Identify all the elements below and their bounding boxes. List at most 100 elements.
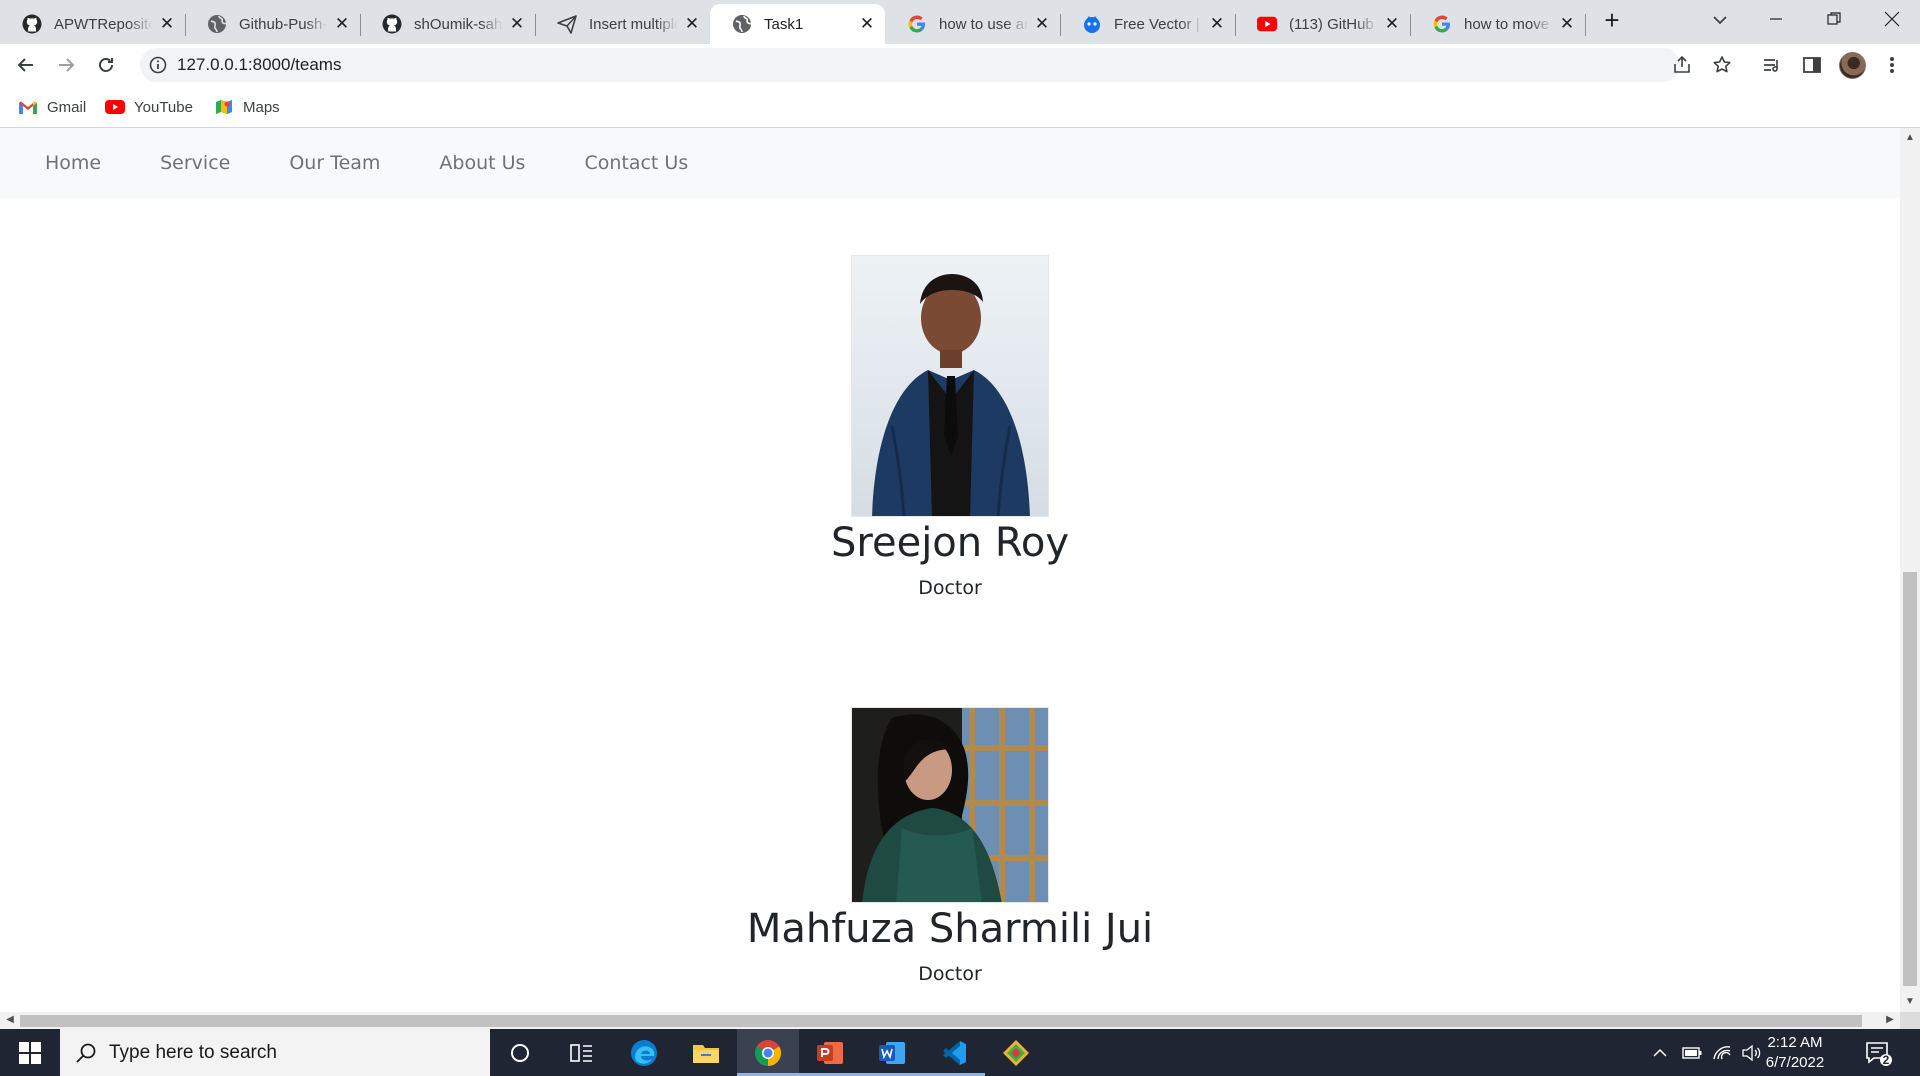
youtube-icon [105, 99, 125, 115]
youtube-icon [1257, 14, 1277, 34]
bookmark-youtube[interactable]: YouTube [105, 96, 193, 118]
nav-service-link[interactable]: Service [160, 152, 230, 174]
close-tab-icon[interactable]: ✕ [684, 15, 700, 32]
bookmark-gmail[interactable]: Gmail [18, 96, 86, 118]
member-name: Mahfuza Sharmili Jui [746, 906, 1154, 952]
page-viewport: Home Service Our Team About Us Contact U… [0, 128, 1900, 1012]
member-photo [851, 255, 1049, 517]
forward-icon[interactable] [50, 49, 82, 81]
show-hidden-icons-chevron[interactable] [1648, 1029, 1672, 1076]
minimize-icon[interactable] [1748, 0, 1804, 38]
close-tab-icon[interactable]: ✕ [509, 15, 525, 32]
scrollbar-corner [1900, 1012, 1920, 1029]
member-photo [851, 707, 1049, 903]
bookmark-star-icon[interactable] [1710, 53, 1734, 77]
close-window-icon[interactable] [1864, 0, 1920, 38]
bookmark-maps[interactable]: Maps [214, 96, 280, 118]
globe-icon [207, 14, 227, 34]
restore-icon[interactable] [1806, 0, 1862, 38]
vertical-scrollbar[interactable]: ▲ ▼ [1900, 128, 1920, 1012]
tab-apwt-repository[interactable]: APWTRepository ✕ [0, 4, 186, 44]
scroll-right-arrow-icon[interactable]: ▶ [1884, 1014, 1896, 1026]
windows-taskbar: Type here to search 2:12 AM 6/7/2022 2 [0, 1029, 1920, 1076]
close-tab-icon[interactable]: ✕ [1384, 15, 1400, 32]
file-explorer-icon[interactable] [675, 1029, 737, 1076]
search-placeholder: Type here to search [109, 1041, 277, 1063]
tab-how-to-move[interactable]: how to move ✕ [1410, 4, 1586, 44]
side-panel-icon[interactable] [1800, 53, 1824, 77]
profile-avatar[interactable] [1839, 52, 1866, 79]
tab-free-vector[interactable]: Free Vector | F ✕ [1060, 4, 1236, 44]
address-text[interactable]: 127.0.0.1:8000/teams [177, 55, 341, 75]
scrollbar-thumb[interactable] [20, 1015, 1862, 1027]
scroll-up-arrow-icon[interactable]: ▲ [1904, 132, 1916, 144]
taskbar-search-box[interactable]: Type here to search [60, 1029, 490, 1076]
close-tab-icon[interactable]: ✕ [334, 15, 350, 32]
share-icon[interactable] [1670, 53, 1694, 77]
tab-insert-multiple[interactable]: Insert multiple ✕ [535, 4, 711, 44]
nav-contact-us-link[interactable]: Contact Us [584, 152, 688, 174]
freepik-icon [1082, 14, 1102, 34]
browser-toolbar: 127.0.0.1:8000/teams [0, 44, 1920, 86]
back-icon[interactable] [10, 49, 42, 81]
address-bar[interactable]: 127.0.0.1:8000/teams [140, 48, 1680, 82]
notification-center-icon[interactable]: 2 [1862, 1037, 1894, 1069]
nav-home-link[interactable]: Home [45, 152, 101, 174]
wifi-icon[interactable] [1710, 1029, 1734, 1076]
team-member-card: Mahfuza Sharmili Jui Doctor [650, 707, 1250, 985]
windows-start-icon[interactable] [0, 1029, 60, 1076]
powerpoint-icon[interactable] [799, 1029, 861, 1076]
member-role: Doctor [918, 963, 982, 985]
tab-title: Github-Push-Pull [239, 15, 328, 33]
nav-our-team-link[interactable]: Our Team [289, 152, 380, 174]
scroll-down-arrow-icon[interactable]: ▼ [1904, 996, 1916, 1008]
close-tab-icon[interactable]: ✕ [1559, 15, 1575, 32]
cortana-icon[interactable] [489, 1029, 551, 1076]
clock-date: 6/7/2022 [1765, 1054, 1825, 1071]
close-tab-icon[interactable]: ✕ [1034, 15, 1050, 32]
close-tab-icon[interactable]: ✕ [159, 15, 175, 32]
tab-title: shOumik-saha [414, 15, 503, 33]
google-icon [1432, 14, 1452, 34]
tab-github-push-pull[interactable]: Github-Push-Pull ✕ [185, 4, 361, 44]
reload-icon[interactable] [90, 49, 122, 81]
tab-title: how to use an [939, 15, 1028, 33]
word-icon[interactable] [861, 1029, 923, 1076]
scrollbar-thumb[interactable] [1903, 572, 1917, 986]
tab-github-youtube[interactable]: (113) GitHub c ✕ [1235, 4, 1411, 44]
bookmarks-bar: Gmail YouTube Maps [0, 86, 1920, 128]
site-info-icon[interactable] [149, 56, 167, 74]
close-tab-icon[interactable]: ✕ [1209, 15, 1225, 32]
task-view-icon[interactable] [551, 1029, 613, 1076]
horizontal-scrollbar[interactable]: ◀ ▶ [0, 1012, 1900, 1029]
site-navbar: Home Service Our Team About Us Contact U… [0, 128, 1900, 198]
team-member-card: Sreejon Roy Doctor [650, 255, 1250, 599]
tab-strip: APWTRepository ✕ Github-Push-Pull ✕ shOu… [0, 0, 1920, 44]
vscode-icon[interactable] [923, 1029, 985, 1076]
chrome-icon[interactable] [737, 1029, 799, 1076]
close-tab-icon[interactable]: ✕ [859, 15, 875, 32]
tab-how-to-use[interactable]: how to use an ✕ [885, 4, 1061, 44]
globe-icon [732, 14, 752, 34]
nav-about-us-link[interactable]: About Us [439, 152, 525, 174]
paper-plane-icon [557, 14, 577, 34]
tab-separator [1585, 14, 1586, 36]
tab-shoumik-saha[interactable]: shOumik-saha ✕ [360, 4, 536, 44]
bookmark-label: YouTube [134, 98, 193, 116]
tab-title: how to move [1464, 15, 1550, 33]
tab-search-chevron-icon[interactable] [1708, 8, 1732, 32]
git-icon[interactable] [985, 1029, 1047, 1076]
search-icon [75, 1042, 97, 1064]
menu-kebab-icon[interactable] [1880, 53, 1904, 77]
clock-time: 2:12 AM [1767, 1034, 1823, 1051]
new-tab-button[interactable]: + [1598, 6, 1626, 34]
battery-icon[interactable] [1680, 1029, 1704, 1076]
system-clock[interactable]: 2:12 AM 6/7/2022 [1745, 1033, 1845, 1073]
tab-title: (113) GitHub c [1289, 15, 1378, 33]
bookmark-label: Gmail [47, 98, 87, 116]
tab-title: Insert multiple [589, 15, 678, 33]
scroll-left-arrow-icon[interactable]: ◀ [4, 1014, 16, 1026]
edge-icon[interactable] [613, 1029, 675, 1076]
reading-list-icon[interactable] [1760, 53, 1784, 77]
tab-task1[interactable]: Task1 ✕ [710, 4, 885, 44]
